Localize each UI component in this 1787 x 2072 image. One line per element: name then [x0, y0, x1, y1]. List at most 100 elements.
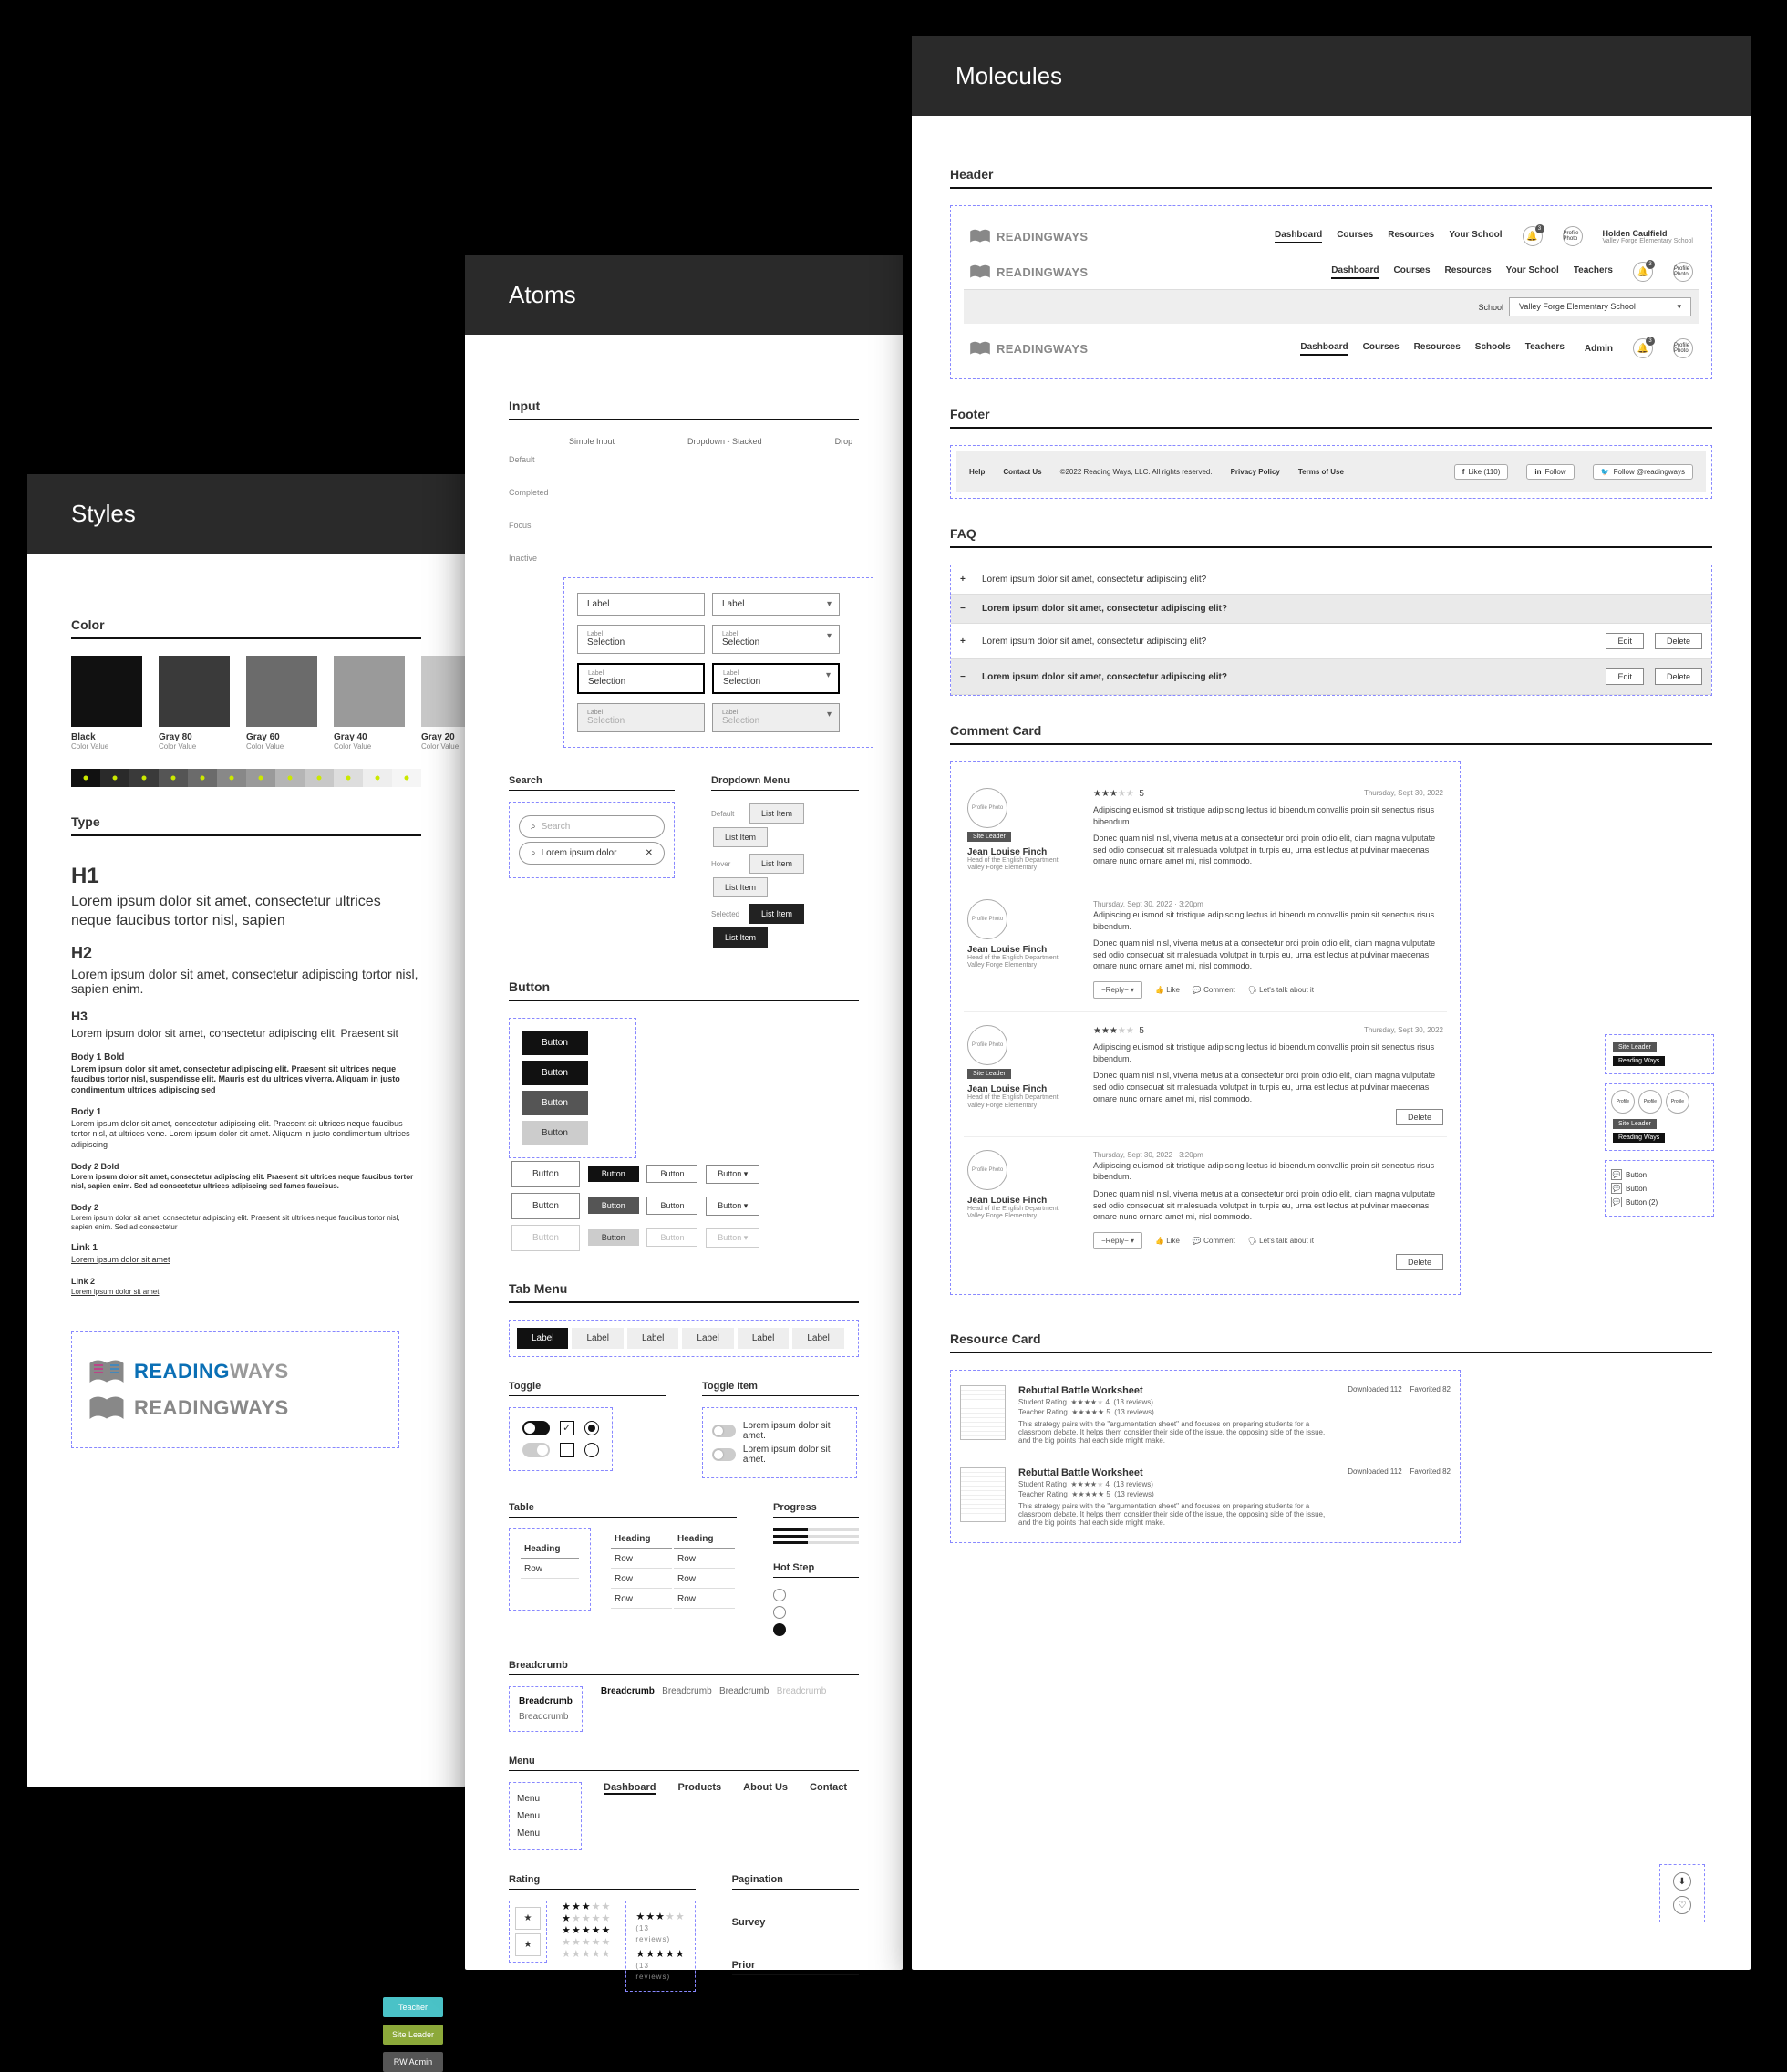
nav-link[interactable]: Dashboard: [1300, 342, 1348, 356]
bell-icon[interactable]: 🔔3: [1523, 226, 1543, 246]
faq-row[interactable]: +Lorem ipsum dolor sit amet, consectetur…: [951, 565, 1711, 595]
nav-link[interactable]: Dashboard: [1275, 230, 1322, 243]
button-outline[interactable]: Button: [511, 1193, 580, 1219]
footer-help[interactable]: Help: [969, 468, 985, 476]
toggle-on[interactable]: [522, 1421, 550, 1435]
faq-row[interactable]: +Lorem ipsum dolor sit amet, consectetur…: [951, 624, 1711, 659]
menu-item[interactable]: Menu: [517, 1825, 573, 1842]
text-input[interactable]: LabelSelection: [577, 663, 705, 694]
social-linkedin[interactable]: inFollow: [1526, 464, 1574, 480]
checkbox-unchecked[interactable]: [560, 1443, 574, 1457]
button-outline[interactable]: Button: [511, 1161, 580, 1187]
resource-card[interactable]: Rebuttal Battle Worksheet Student Rating…: [955, 1456, 1456, 1538]
nav-link[interactable]: Dashboard: [1331, 265, 1379, 279]
profile-avatar[interactable]: Profile Photo: [1563, 226, 1583, 246]
list-item[interactable]: List Item: [713, 827, 768, 847]
footer-contact[interactable]: Contact Us: [1003, 468, 1041, 476]
breadcrumb-item[interactable]: Breadcrumb: [519, 1712, 573, 1722]
tab[interactable]: Label: [682, 1328, 733, 1349]
toggle-item[interactable]: Lorem ipsum dolor sit amet.: [712, 1445, 847, 1465]
select-input[interactable]: Label: [712, 593, 840, 616]
footer-privacy[interactable]: Privacy Policy: [1231, 468, 1280, 476]
menu-link[interactable]: Contact: [810, 1782, 847, 1795]
radio-unselected[interactable]: [584, 1443, 599, 1457]
type-link1-sample[interactable]: Lorem ipsum dolor sit amet: [71, 1255, 421, 1266]
button-primary[interactable]: Button: [522, 1061, 588, 1085]
bell-icon[interactable]: 🔔3: [1633, 262, 1653, 282]
nav-link[interactable]: Your School: [1506, 265, 1559, 279]
like-button[interactable]: 👍 Like: [1155, 985, 1180, 995]
tab[interactable]: Label: [792, 1328, 843, 1349]
reply-dropdown[interactable]: −Reply− ▾: [1093, 981, 1142, 999]
breadcrumb-item[interactable]: Breadcrumb: [519, 1696, 573, 1706]
rating-cell[interactable]: ★: [515, 1933, 541, 1956]
edit-button[interactable]: Edit: [1606, 668, 1644, 685]
rating-cell[interactable]: ★: [515, 1907, 541, 1930]
nav-link[interactable]: Schools: [1475, 342, 1511, 356]
nav-link[interactable]: Teachers: [1525, 342, 1565, 356]
button-label[interactable]: Button (2): [1626, 1198, 1658, 1207]
nav-link[interactable]: Courses: [1363, 342, 1400, 356]
social-facebook[interactable]: fLike (110): [1454, 464, 1509, 480]
profile-avatar[interactable]: Profile Photo: [1673, 262, 1693, 282]
edit-button[interactable]: Edit: [1606, 633, 1644, 649]
delete-button[interactable]: Delete: [1396, 1109, 1443, 1125]
profile-avatar[interactable]: Profile Photo: [1673, 338, 1693, 358]
list-item[interactable]: List Item: [749, 904, 804, 924]
nav-link[interactable]: Resources: [1388, 230, 1434, 243]
nav-link[interactable]: Your School: [1449, 230, 1502, 243]
reply-dropdown[interactable]: −Reply− ▾: [1093, 1232, 1142, 1249]
favorite-icon[interactable]: ♡: [1673, 1896, 1691, 1914]
checkbox-checked[interactable]: ✓: [560, 1421, 574, 1435]
button-dropdown[interactable]: Button: [706, 1165, 759, 1184]
nav-link[interactable]: Resources: [1414, 342, 1461, 356]
toggle-item[interactable]: Lorem ipsum dolor sit amet.: [712, 1421, 847, 1441]
footer-terms[interactable]: Terms of Use: [1298, 468, 1344, 476]
select-input[interactable]: LabelSelection: [712, 625, 840, 654]
search-input-filled[interactable]: ⌕Lorem ipsum dolor✕: [519, 842, 665, 865]
step-dot-active[interactable]: [773, 1623, 786, 1636]
button-small[interactable]: Button: [588, 1197, 639, 1214]
button-dropdown[interactable]: Button: [706, 1197, 759, 1216]
radio-selected[interactable]: [584, 1421, 599, 1435]
list-item[interactable]: List Item: [749, 854, 804, 874]
button-small-outline[interactable]: Button: [646, 1197, 697, 1215]
faq-row-expanded[interactable]: −Lorem ipsum dolor sit amet, consectetur…: [951, 595, 1711, 624]
nav-link[interactable]: Teachers: [1574, 265, 1613, 279]
logo[interactable]: READINGWAYS: [969, 340, 1088, 357]
menu-link[interactable]: About Us: [743, 1782, 788, 1795]
menu-link[interactable]: Products: [677, 1782, 721, 1795]
button-primary[interactable]: Button: [522, 1031, 588, 1055]
tab[interactable]: Label: [627, 1328, 678, 1349]
step-dot[interactable]: [773, 1606, 786, 1619]
button-small-outline[interactable]: Button: [646, 1165, 697, 1183]
nav-link[interactable]: Courses: [1337, 230, 1373, 243]
tab[interactable]: Label: [572, 1328, 623, 1349]
bell-icon[interactable]: 🔔3: [1633, 338, 1653, 358]
search-input-empty[interactable]: ⌕Search: [519, 815, 665, 838]
button-label[interactable]: Button: [1626, 1171, 1647, 1179]
admin-link[interactable]: Admin: [1585, 344, 1613, 354]
list-item[interactable]: List Item: [713, 877, 768, 897]
logo[interactable]: READINGWAYS: [969, 264, 1088, 280]
delete-button[interactable]: Delete: [1655, 668, 1702, 685]
school-dropdown[interactable]: Valley Forge Elementary School▾: [1509, 297, 1691, 316]
like-button[interactable]: 👍 Like: [1155, 1236, 1180, 1246]
tab-active[interactable]: Label: [517, 1328, 568, 1349]
logo[interactable]: READINGWAYS: [969, 228, 1088, 244]
faq-row-expanded[interactable]: −Lorem ipsum dolor sit amet, consectetur…: [951, 659, 1711, 695]
comment-button[interactable]: 💬 Comment: [1193, 985, 1235, 995]
button-small[interactable]: Button: [588, 1166, 639, 1182]
delete-button[interactable]: Delete: [1396, 1254, 1443, 1270]
step-dot[interactable]: [773, 1589, 786, 1601]
profile-block[interactable]: Holden CaulfieldValley Forge Elementary …: [1603, 229, 1693, 244]
text-input[interactable]: LabelSelection: [577, 625, 705, 654]
nav-link[interactable]: Courses: [1394, 265, 1431, 279]
social-twitter[interactable]: 🐦Follow @readingways: [1593, 464, 1693, 480]
menu-link-active[interactable]: Dashboard: [604, 1782, 656, 1795]
type-link2-sample[interactable]: Lorem ipsum dolor sit amet: [71, 1288, 421, 1297]
button-secondary[interactable]: Button: [522, 1091, 588, 1115]
clear-icon[interactable]: ✕: [646, 848, 653, 858]
talk-button[interactable]: 🗣 Let's talk about it: [1248, 1236, 1314, 1246]
tab[interactable]: Label: [738, 1328, 789, 1349]
